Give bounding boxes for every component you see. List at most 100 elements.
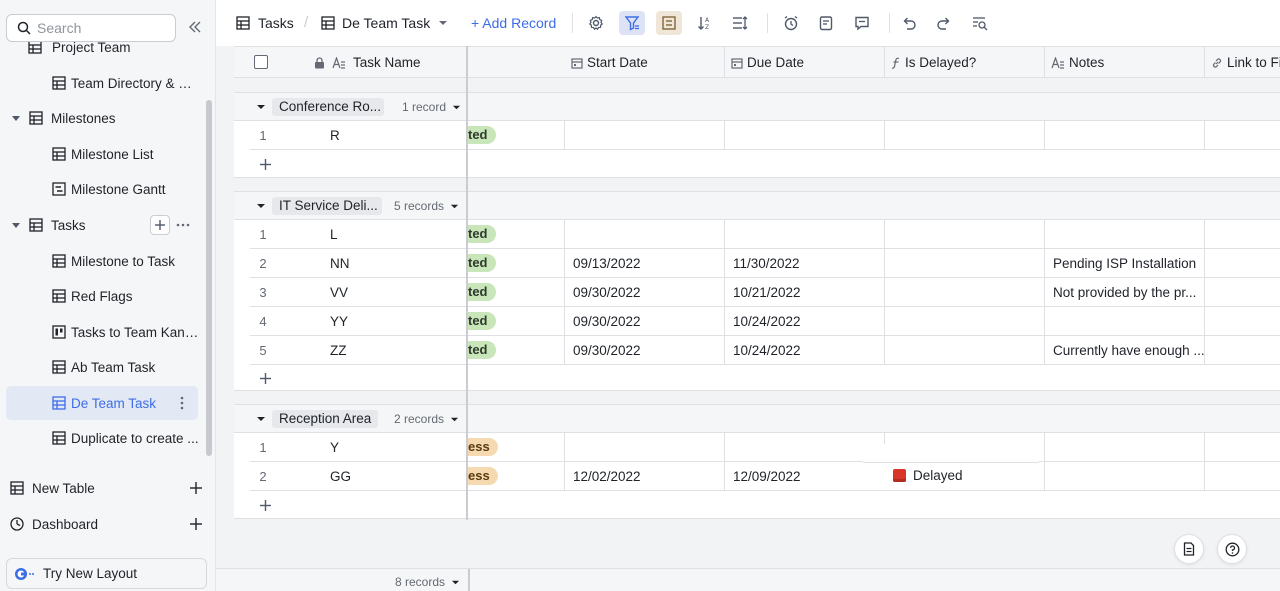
row-height-icon[interactable] (730, 13, 750, 33)
sidebar-item-milestone-to-task[interactable]: Milestone to Task (0, 244, 206, 278)
task-name-cell[interactable]: GG (322, 462, 462, 490)
task-name-cell[interactable]: L (322, 220, 462, 248)
notes-cell[interactable]: Pending ISP Installation (1045, 249, 1205, 277)
dashboard-button[interactable]: Dashboard (0, 507, 215, 541)
sidebar-scrollbar[interactable] (206, 100, 212, 456)
table-row[interactable]: 2 GG ess 12/02/2022 12/09/2022 (250, 462, 1280, 491)
is-delayed-cell[interactable] (885, 249, 1045, 277)
column-header-link[interactable]: Link to Fi (1205, 47, 1280, 78)
task-name-cell[interactable]: YY (322, 307, 462, 335)
table-row[interactable]: 5 ZZ ted 09/30/2022 10/24/2022 Currently… (250, 336, 1280, 365)
sidebar-item-milestones[interactable]: Milestones (0, 101, 206, 135)
status-cell[interactable]: ted (468, 220, 565, 248)
status-cell[interactable]: ess (468, 462, 565, 490)
column-header-notes[interactable]: Notes (1045, 47, 1205, 78)
notes-cell[interactable]: Currently have enough ... (1045, 336, 1205, 364)
status-cell[interactable]: ted (468, 336, 565, 364)
plus-icon[interactable] (188, 516, 204, 532)
is-delayed-cell[interactable] (885, 307, 1045, 335)
start-date-cell[interactable]: 09/13/2022 (565, 249, 725, 277)
due-date-cell[interactable]: 11/30/2022 (725, 249, 885, 277)
form-icon[interactable] (816, 13, 836, 33)
task-name-cell[interactable]: ZZ (322, 336, 462, 364)
filter-icon[interactable] (619, 11, 645, 35)
chevron-down-icon[interactable] (10, 112, 22, 124)
chevron-down-icon[interactable] (256, 414, 266, 424)
undo-icon[interactable] (899, 13, 919, 33)
table-row[interactable]: 4 YY ted 09/30/2022 10/24/2022 (250, 307, 1280, 336)
chevron-down-icon[interactable] (10, 219, 22, 231)
group-count[interactable]: 1 record (402, 100, 461, 114)
sidebar-item-ab-team-task[interactable]: Ab Team Task (0, 350, 206, 384)
group-header[interactable]: Reception Area 2 records (234, 405, 1280, 433)
is-delayed-cell[interactable] (885, 278, 1045, 306)
due-date-cell[interactable]: 10/24/2022 (725, 336, 885, 364)
sidebar-item-duplicate[interactable]: Duplicate to create ... (0, 421, 206, 455)
notes-cell[interactable] (1045, 462, 1205, 490)
start-date-cell[interactable]: 09/30/2022 (565, 336, 725, 364)
notes-cell[interactable] (1045, 121, 1205, 149)
add-row-button[interactable] (250, 150, 280, 178)
table-row[interactable]: 2 NN ted 09/13/2022 11/30/2022 Pending I… (250, 249, 1280, 278)
total-records[interactable]: 8 records (395, 575, 460, 589)
search-records-icon[interactable] (970, 13, 990, 33)
due-date-cell[interactable] (725, 121, 885, 149)
due-date-cell[interactable]: 12/09/2022 (725, 462, 885, 490)
due-date-cell[interactable]: 10/21/2022 (725, 278, 885, 306)
redo-icon[interactable] (934, 13, 954, 33)
start-date-cell[interactable] (565, 433, 725, 461)
group-count[interactable]: 5 records (394, 199, 459, 213)
column-header-start-date[interactable]: Start Date (565, 47, 725, 78)
table-row[interactable]: 1 Y ess (250, 433, 1280, 462)
alarm-icon[interactable] (781, 13, 801, 33)
sidebar-item-tasks[interactable]: Tasks (0, 208, 206, 242)
chevron-down-icon[interactable] (256, 102, 266, 112)
notes-cell[interactable] (1045, 307, 1205, 335)
status-cell[interactable]: ted (468, 278, 565, 306)
group-header[interactable]: Conference Ro... 1 record (234, 93, 1280, 121)
status-cell[interactable]: ted (468, 307, 565, 335)
view-selector[interactable]: De Team Task (321, 15, 448, 31)
group-header[interactable]: IT Service Deli... 5 records (234, 192, 1280, 220)
start-date-cell[interactable]: 12/02/2022 (565, 462, 725, 490)
column-header-is-delayed[interactable]: Is Delayed? (885, 47, 1045, 78)
group-count[interactable]: 2 records (394, 412, 459, 426)
sidebar-item-red-flags[interactable]: Red Flags (0, 279, 206, 313)
breadcrumb-table[interactable]: Tasks (236, 15, 294, 31)
sidebar-item-milestone-list[interactable]: Milestone List (0, 137, 206, 171)
select-all-checkbox[interactable] (254, 55, 268, 69)
status-cell[interactable]: ess (468, 433, 565, 461)
delayed-cell-highlight[interactable]: Delayed (863, 444, 1039, 507)
sidebar-item-team-directory[interactable]: Team Directory & Pr... (0, 66, 206, 100)
start-date-cell[interactable] (565, 121, 725, 149)
task-name-cell[interactable]: NN (322, 249, 462, 277)
task-name-cell[interactable]: Y (322, 433, 462, 461)
sort-icon[interactable]: AZ (695, 13, 715, 33)
start-date-cell[interactable]: 09/30/2022 (565, 278, 725, 306)
add-row-button[interactable] (250, 491, 280, 519)
table-row[interactable]: 1 R ted (250, 121, 1280, 150)
add-view-button[interactable] (150, 215, 170, 235)
table-row[interactable]: 1 L ted (250, 220, 1280, 249)
group-icon[interactable] (656, 11, 682, 35)
document-button[interactable] (1174, 534, 1204, 564)
try-new-layout-button[interactable]: Try New Layout (6, 558, 207, 589)
start-date-cell[interactable]: 09/30/2022 (565, 307, 725, 335)
is-delayed-cell[interactable] (885, 336, 1045, 364)
status-cell[interactable]: ted (468, 121, 565, 149)
more-vertical-icon[interactable] (174, 395, 190, 411)
is-delayed-cell[interactable] (885, 220, 1045, 248)
table-row[interactable]: 3 VV ted 09/30/2022 10/21/2022 Not provi… (250, 278, 1280, 307)
column-header-due-date[interactable]: Due Date (725, 47, 885, 78)
help-button[interactable] (1217, 534, 1247, 564)
status-cell[interactable]: ted (468, 249, 565, 277)
due-date-cell[interactable] (725, 220, 885, 248)
sidebar-item-kanban[interactable]: Tasks to Team Kanb... (0, 315, 206, 349)
due-date-cell[interactable] (725, 433, 885, 461)
column-header-task-name[interactable]: Task Name (234, 47, 467, 78)
sidebar-item-de-team-task[interactable]: De Team Task (6, 386, 198, 420)
new-table-button[interactable]: New Table (0, 471, 215, 505)
add-record-button[interactable]: + Add Record (471, 15, 556, 31)
comment-icon[interactable] (852, 13, 872, 33)
chevron-down-icon[interactable] (256, 201, 266, 211)
